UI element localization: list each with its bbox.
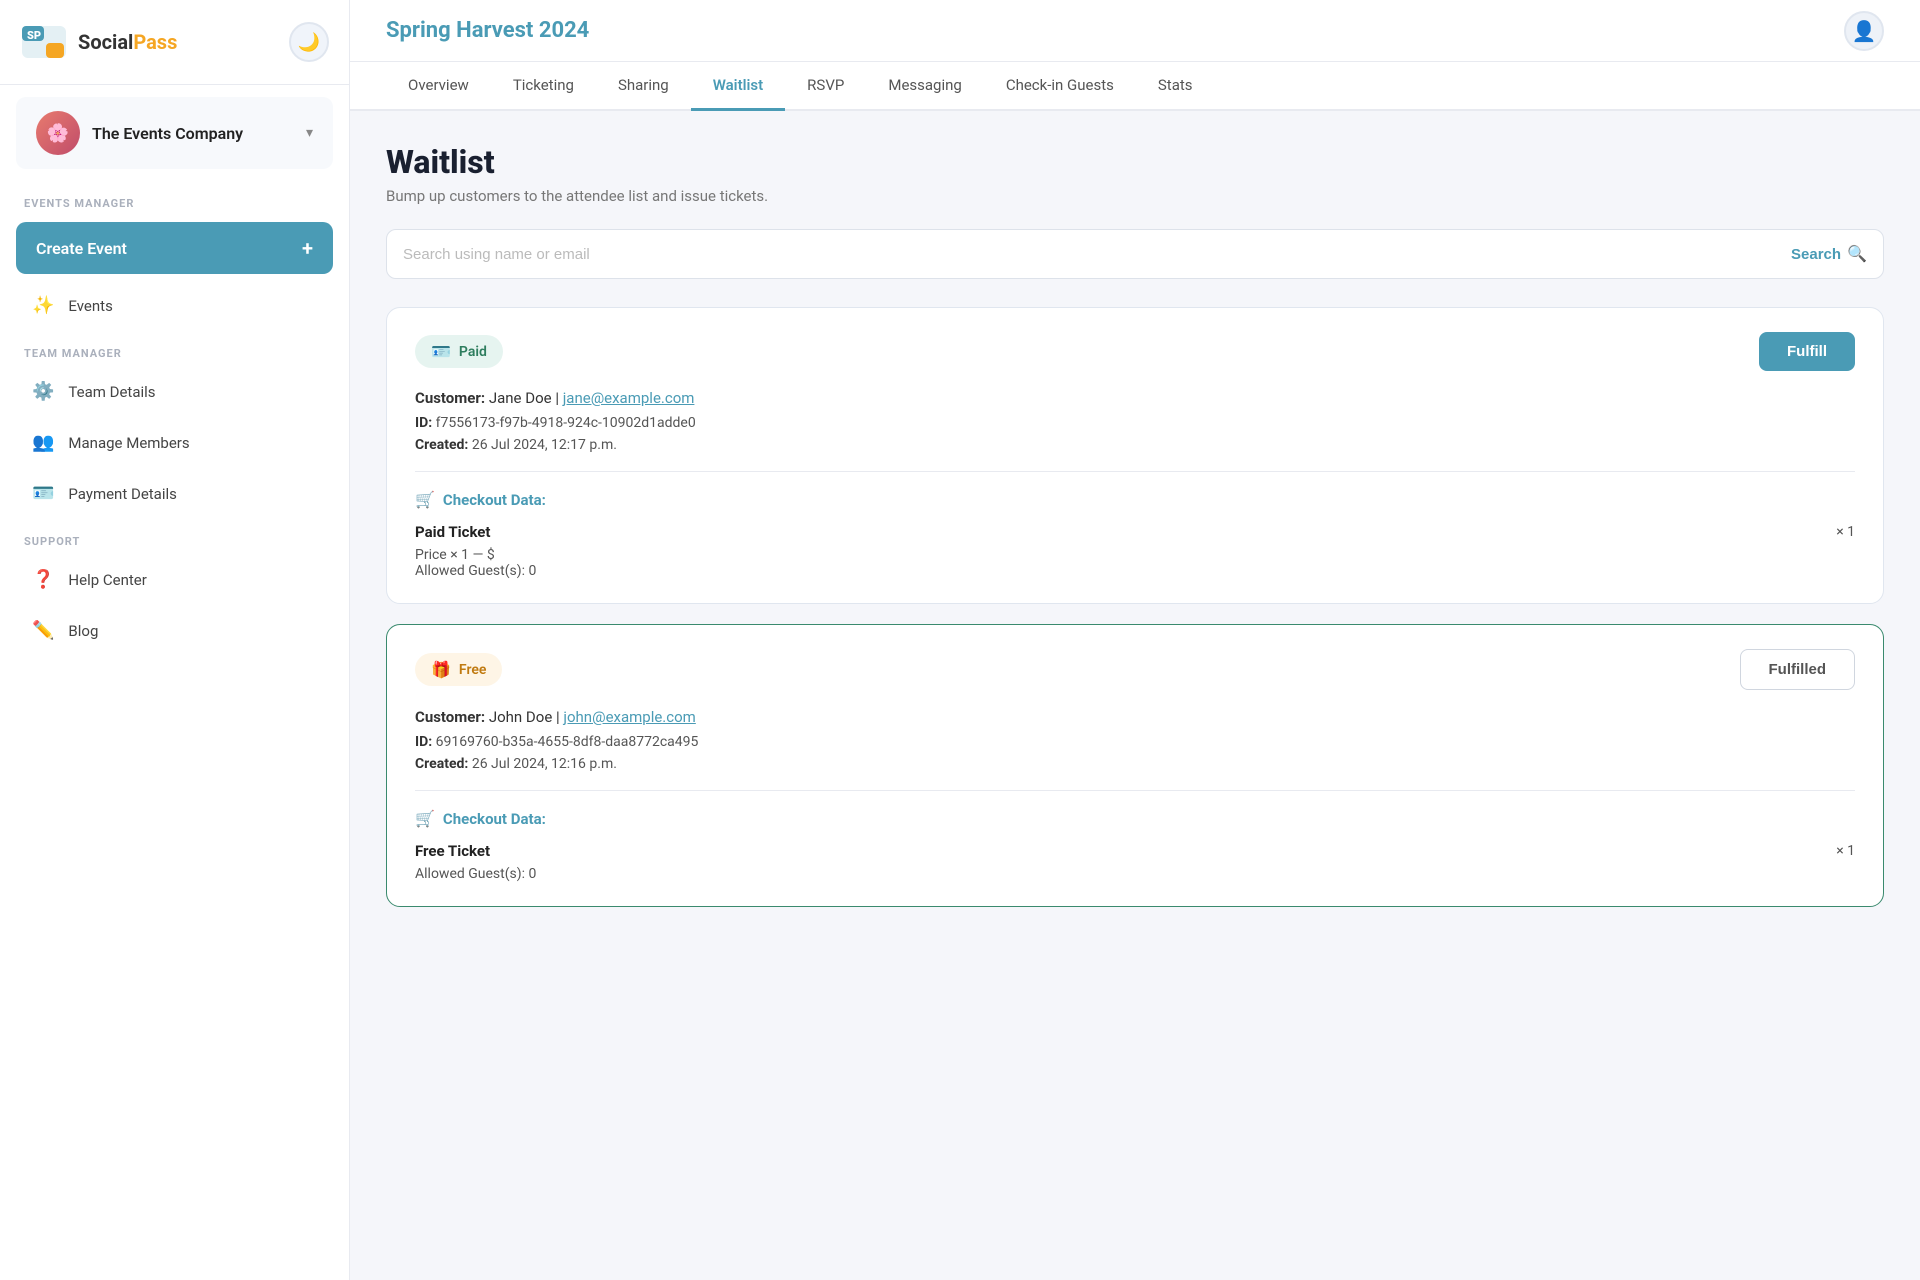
- created-date-1: Created: 26 Jul 2024, 12:17 p.m.: [415, 437, 1855, 453]
- customer-info-2: Customer: John Doe | john@example.com: [415, 708, 1855, 726]
- tab-waitlist[interactable]: Waitlist: [691, 62, 785, 111]
- checkout-label-1: 🛒 Checkout Data:: [415, 490, 1855, 509]
- events-manager-label: EVENTS MANAGER: [0, 181, 349, 216]
- page-subtitle: Bump up customers to the attendee list a…: [386, 187, 1884, 205]
- company-selector[interactable]: 🌸 The Events Company ▾: [16, 97, 333, 169]
- logo-text: SocialPass: [78, 30, 177, 54]
- chevron-down-icon: ▾: [306, 125, 313, 141]
- payment-icon: 🪪: [32, 483, 54, 504]
- support-label: SUPPORT: [0, 519, 349, 554]
- customer-info-1: Customer: Jane Doe | jane@example.com: [415, 389, 1855, 407]
- cart-icon-1: 🛒: [415, 490, 435, 509]
- tabs-bar: Overview Ticketing Sharing Waitlist RSVP…: [350, 62, 1920, 111]
- card-divider-2: [415, 790, 1855, 791]
- record-id-2: ID: 69169760-b35a-4655-8df8-daa8772ca495: [415, 734, 1855, 750]
- logo: SP SocialPass: [20, 18, 177, 66]
- tab-ticketing[interactable]: Ticketing: [491, 62, 596, 111]
- team-manager-label: TEAM MANAGER: [0, 331, 349, 366]
- sidebar-item-help-center[interactable]: ❓ Help Center: [8, 556, 341, 603]
- customer-email-1[interactable]: jane@example.com: [563, 389, 695, 407]
- search-button[interactable]: Search 🔍: [1791, 244, 1867, 264]
- sidebar-logo-area: SP SocialPass 🌙: [0, 0, 349, 85]
- tab-rsvp[interactable]: RSVP: [785, 62, 866, 111]
- tab-stats[interactable]: Stats: [1136, 62, 1215, 111]
- record-id-1: ID: f7556173-f97b-4918-924c-10902d1adde0: [415, 415, 1855, 431]
- card-1-header: 🪪 Paid Fulfill: [415, 332, 1855, 371]
- ticket-row-2: Free Ticket × 1: [415, 842, 1855, 860]
- tab-messaging[interactable]: Messaging: [866, 62, 983, 111]
- dark-mode-toggle[interactable]: 🌙: [289, 22, 329, 62]
- page-title: Waitlist: [386, 143, 1884, 181]
- tab-overview[interactable]: Overview: [386, 62, 491, 111]
- tab-sharing[interactable]: Sharing: [596, 62, 691, 111]
- sidebar-item-payment-details[interactable]: 🪪 Payment Details: [8, 470, 341, 517]
- top-header: Spring Harvest 2024 👤: [350, 0, 1920, 62]
- ticket-price-1: Price × 1 — $: [415, 547, 1855, 563]
- members-icon: 👥: [32, 432, 54, 453]
- ticket-guests-2: Allowed Guest(s): 0: [415, 866, 1855, 882]
- card-divider-1: [415, 471, 1855, 472]
- search-bar: Search 🔍: [386, 229, 1884, 279]
- sidebar: SP SocialPass 🌙 🌸 The Events Company ▾ E…: [0, 0, 350, 1280]
- cart-icon-2: 🛒: [415, 809, 435, 828]
- create-event-button[interactable]: Create Event +: [16, 222, 333, 274]
- checkout-label-2: 🛒 Checkout Data:: [415, 809, 1855, 828]
- waitlist-card-2: 🎁 Free Fulfilled Customer: John Doe | jo…: [386, 624, 1884, 907]
- content-area: Waitlist Bump up customers to the attend…: [350, 111, 1920, 1280]
- sidebar-item-team-details[interactable]: ⚙️ Team Details: [8, 368, 341, 415]
- search-input[interactable]: [403, 246, 1791, 263]
- main-content: Spring Harvest 2024 👤 Overview Ticketing…: [350, 0, 1920, 1280]
- user-avatar-button[interactable]: 👤: [1844, 11, 1884, 51]
- company-name: The Events Company: [92, 124, 294, 143]
- paid-badge: 🪪 Paid: [415, 335, 503, 368]
- tab-check-in-guests[interactable]: Check-in Guests: [984, 62, 1136, 111]
- free-badge: 🎁 Free: [415, 653, 502, 686]
- event-title: Spring Harvest 2024: [386, 18, 589, 43]
- company-avatar: 🌸: [36, 111, 80, 155]
- sidebar-item-events[interactable]: ✨ Events: [8, 282, 341, 329]
- created-date-2: Created: 26 Jul 2024, 12:16 p.m.: [415, 756, 1855, 772]
- ticket-guests-1: Allowed Guest(s): 0: [415, 563, 1855, 579]
- gear-icon: ⚙️: [32, 381, 54, 402]
- card-2-header: 🎁 Free Fulfilled: [415, 649, 1855, 690]
- sidebar-item-manage-members[interactable]: 👥 Manage Members: [8, 419, 341, 466]
- customer-email-2[interactable]: john@example.com: [563, 708, 695, 726]
- free-badge-icon: 🎁: [431, 660, 451, 679]
- search-icon: 🔍: [1847, 244, 1867, 264]
- blog-icon: ✏️: [32, 620, 54, 641]
- svg-text:SP: SP: [27, 29, 41, 42]
- plus-icon: +: [302, 236, 313, 260]
- events-icon: ✨: [32, 295, 54, 316]
- waitlist-card-1: 🪪 Paid Fulfill Customer: Jane Doe | jane…: [386, 307, 1884, 604]
- paid-badge-icon: 🪪: [431, 342, 451, 361]
- ticket-row-1: Paid Ticket × 1: [415, 523, 1855, 541]
- fulfill-button-1[interactable]: Fulfill: [1759, 332, 1855, 371]
- sidebar-item-blog[interactable]: ✏️ Blog: [8, 607, 341, 654]
- fulfilled-button-2[interactable]: Fulfilled: [1740, 649, 1856, 690]
- help-icon: ❓: [32, 569, 54, 590]
- socialpass-logo-icon: SP: [20, 18, 68, 66]
